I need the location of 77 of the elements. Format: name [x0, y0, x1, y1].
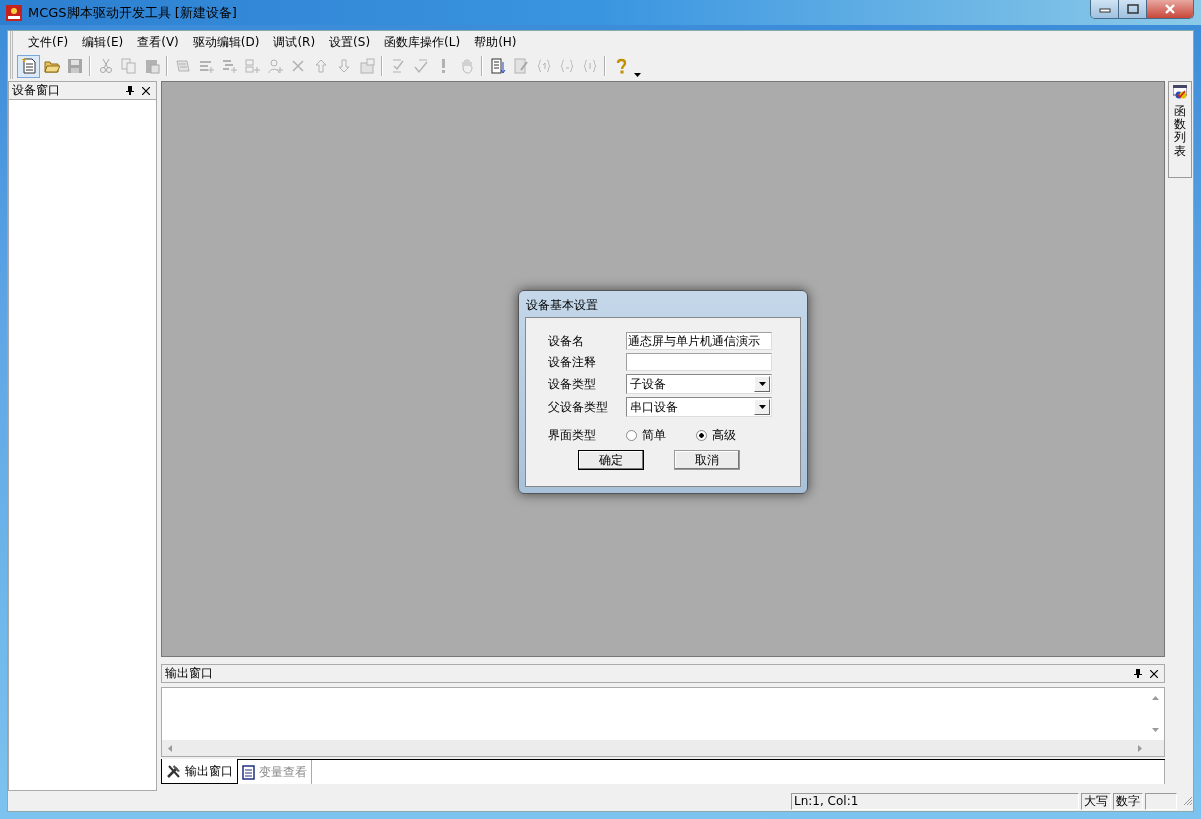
list-add-icon	[197, 58, 214, 74]
caret-icon	[758, 405, 766, 409]
caret-icon	[634, 72, 641, 77]
caps-lock-indicator: 大写	[1081, 792, 1111, 810]
pin-button[interactable]	[124, 83, 136, 98]
panel-title: 设备窗口	[12, 82, 61, 99]
close-icon	[1164, 4, 1176, 14]
radio-label: 高级	[712, 427, 736, 444]
cancel-button[interactable]: 取消	[674, 450, 740, 470]
pin-button[interactable]	[1132, 666, 1144, 681]
cursor-position: Ln:1, Col:1	[791, 792, 1079, 810]
up-arrow-icon	[1152, 696, 1159, 700]
new-document-icon	[20, 58, 37, 74]
menu-item[interactable]: 函数库操作(L)	[377, 33, 468, 51]
status-indicator	[1145, 792, 1177, 810]
resize-grip-icon	[1183, 796, 1193, 806]
clipboard-icon	[143, 58, 160, 74]
menu-item[interactable]: 驱动编辑(D)	[185, 33, 267, 51]
radio-label: 简单	[642, 427, 666, 444]
panel-title: 输出窗口	[165, 665, 214, 682]
close-icon	[142, 86, 150, 95]
braces-icon	[535, 58, 552, 74]
dry-run-check-icon	[412, 58, 429, 74]
text-field[interactable]	[626, 353, 772, 371]
delete-icon	[289, 58, 306, 74]
list-add-icon	[220, 58, 237, 74]
copy-icon	[120, 58, 137, 74]
menu-item[interactable]: 文件(F)	[21, 33, 76, 51]
menu-item[interactable]: 查看(V)	[130, 33, 186, 51]
minimize-button[interactable]	[1091, 0, 1119, 18]
node-add-icon	[243, 58, 260, 74]
ok-button[interactable]: 确定	[578, 450, 644, 470]
properties-icon	[358, 58, 375, 74]
side-tab[interactable]: 函数列表	[1168, 81, 1192, 178]
menu-item[interactable]: 帮助(H)	[467, 33, 524, 51]
field-label: 界面类型	[548, 427, 597, 444]
left-arrow-icon	[168, 744, 172, 752]
panel-tab[interactable]: 输出窗口	[161, 759, 238, 784]
pin-icon	[1134, 669, 1142, 678]
document-edit-icon	[512, 58, 529, 74]
radio-button[interactable]	[696, 430, 707, 441]
menu-item[interactable]: 设置(S)	[322, 33, 378, 51]
document-arrow-icon	[489, 58, 506, 74]
function-list-icon	[1173, 85, 1187, 99]
horizontal-scrollbar[interactable]	[162, 740, 1164, 756]
field-label: 设备名	[548, 332, 585, 350]
braces-icon	[581, 58, 598, 74]
exclamation-icon	[442, 58, 445, 74]
open-folder-icon	[43, 58, 60, 74]
menu-item[interactable]: 编辑(E)	[75, 33, 131, 51]
maximize-button[interactable]	[1119, 0, 1147, 18]
braces-icon	[558, 58, 575, 74]
radio-button[interactable]	[626, 430, 637, 441]
dialog-title: 设备基本设置	[525, 297, 599, 314]
maximize-icon	[1126, 4, 1139, 14]
field-label: 父设备类型	[548, 398, 609, 416]
app-logo-icon	[6, 4, 22, 21]
document-icon	[242, 764, 256, 780]
person-add-icon	[266, 58, 283, 74]
hammer-wrench-icon	[166, 763, 182, 779]
num-lock-indicator: 数字	[1113, 792, 1143, 810]
dropdown[interactable]: 串口设备	[626, 397, 772, 417]
down-arrow-icon	[1152, 728, 1159, 732]
dropdown[interactable]: 子设备	[626, 374, 772, 394]
panel-tab[interactable]: 变量查看	[238, 760, 312, 784]
close-icon	[1150, 669, 1158, 678]
new-document-button[interactable]	[17, 54, 40, 78]
caret-icon	[758, 382, 766, 386]
field-label: 设备注释	[548, 353, 597, 371]
field-label: 设备类型	[548, 375, 597, 393]
list-edit-icon	[174, 58, 191, 74]
menu-item[interactable]: 调试(R)	[266, 33, 323, 51]
text-field[interactable]: 通态屏与单片机通信演示	[626, 332, 772, 350]
scissors-icon	[97, 58, 114, 74]
pin-icon	[126, 86, 134, 95]
right-arrow-icon	[1138, 744, 1142, 752]
window-title: MCGS脚本驱动开发工具 [新建设备]	[28, 3, 238, 22]
